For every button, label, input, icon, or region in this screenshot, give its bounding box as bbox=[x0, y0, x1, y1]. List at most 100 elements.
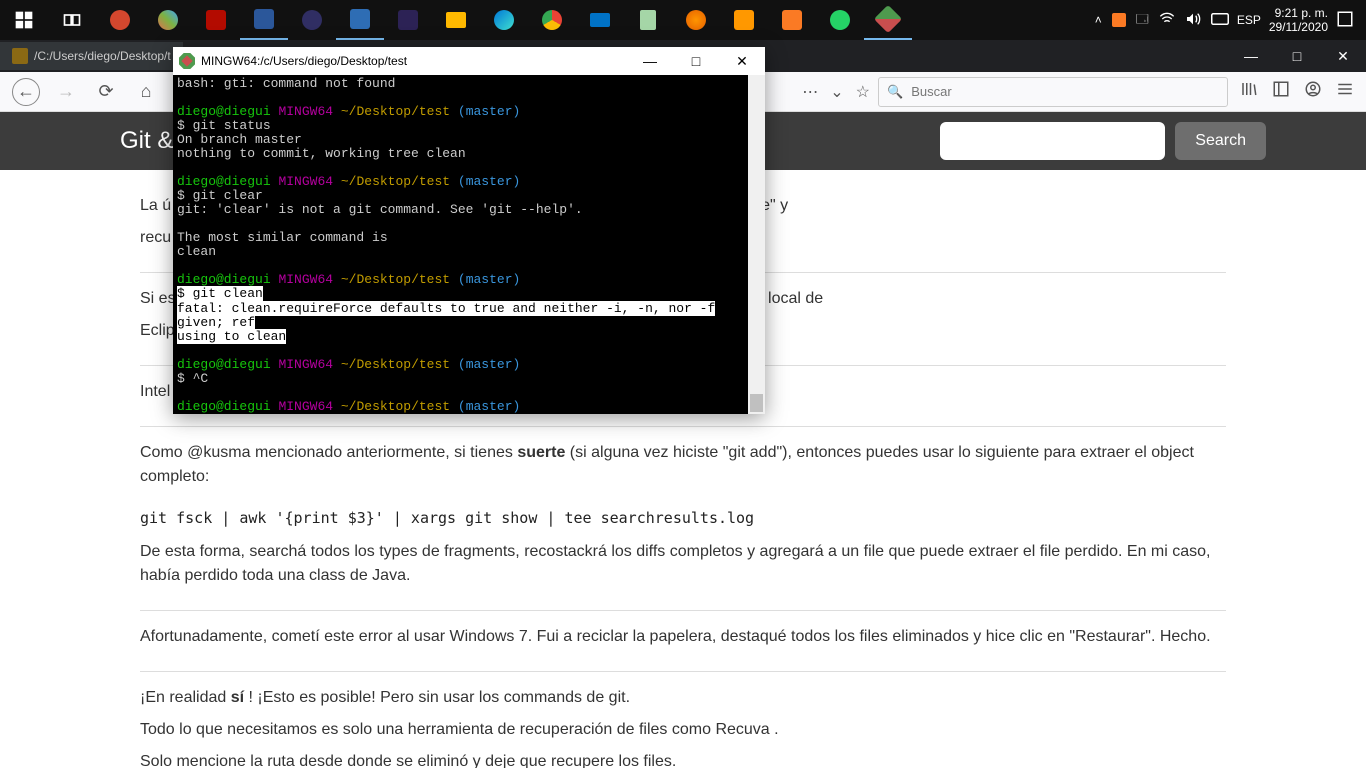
page-search: Search bbox=[940, 122, 1266, 160]
answer-block: Como @kusma mencionado anteriormente, si… bbox=[140, 427, 1226, 611]
task-view-button[interactable] bbox=[48, 0, 96, 40]
terminal-line bbox=[177, 161, 761, 175]
language-indicator[interactable]: ESP bbox=[1237, 13, 1261, 27]
taskbar-app-paint[interactable] bbox=[144, 0, 192, 40]
home-button[interactable]: ⌂ bbox=[132, 78, 160, 106]
taskbar-app-obs[interactable] bbox=[288, 0, 336, 40]
terminal-maximize-button[interactable]: □ bbox=[673, 47, 719, 75]
terminal-line: fatal: clean.requireForce defaults to tr… bbox=[177, 302, 761, 330]
taskbar-app-chrome[interactable] bbox=[528, 0, 576, 40]
reload-button[interactable]: ⟳ bbox=[92, 78, 120, 106]
page-search-button[interactable]: Search bbox=[1175, 122, 1266, 160]
terminal-line bbox=[177, 344, 761, 358]
answer-text: Todo lo que necesitamos es solo una herr… bbox=[140, 718, 1226, 742]
tray-icons[interactable]: ˄ 🗔 bbox=[1095, 10, 1229, 31]
taskbar-app-xampp[interactable] bbox=[768, 0, 816, 40]
terminal-line bbox=[177, 91, 761, 105]
terminal-close-button[interactable]: ✕ bbox=[719, 47, 765, 75]
forward-button[interactable]: → bbox=[52, 78, 80, 106]
answer-block: ¡En realidad sí ! ¡Esto es posible! Pero… bbox=[140, 672, 1226, 768]
terminal-line bbox=[177, 386, 761, 400]
terminal-prompt: diego@diegui MINGW64 ~/Desktop/test (mas… bbox=[177, 400, 761, 414]
menu-icon[interactable] bbox=[1336, 80, 1354, 103]
answer-text: Como @kusma mencionado anteriormente, si… bbox=[140, 441, 1226, 489]
window-controls: — □ ✕ bbox=[1228, 40, 1366, 72]
terminal-line: $ git status bbox=[177, 119, 761, 133]
text-fragment: e" y bbox=[761, 197, 788, 214]
tab-title: /C:/Users/diego/Desktop/t bbox=[34, 49, 171, 63]
taskbar-app-mail[interactable] bbox=[576, 0, 624, 40]
ellipsis-icon[interactable]: ⋯ bbox=[802, 82, 818, 102]
text-fragment: Eclip bbox=[140, 322, 175, 339]
search-box[interactable]: 🔍 Buscar bbox=[878, 77, 1228, 107]
terminal-line: using to clean bbox=[177, 330, 761, 344]
notifications-icon[interactable] bbox=[1336, 10, 1354, 31]
minimize-button[interactable]: — bbox=[1228, 40, 1274, 72]
keyboard-icon[interactable] bbox=[1211, 12, 1229, 29]
wifi-icon[interactable] bbox=[1159, 11, 1175, 30]
terminal-titlebar[interactable]: MINGW64:/c/Users/diego/Desktop/test — □ … bbox=[173, 47, 765, 75]
xampp-tray-icon[interactable] bbox=[1112, 13, 1126, 27]
terminal-prompt: diego@diegui MINGW64 ~/Desktop/test (mas… bbox=[177, 105, 761, 119]
code-block: git fsck | awk '{print $3}' | xargs git … bbox=[140, 497, 1226, 540]
browser-tab[interactable]: /C:/Users/diego/Desktop/t bbox=[0, 42, 183, 70]
battery-icon[interactable]: 🗔 bbox=[1136, 10, 1149, 31]
taskbar-app-brackets[interactable] bbox=[336, 0, 384, 40]
search-icon: 🔍 bbox=[887, 84, 903, 100]
taskbar-app-eclipse[interactable] bbox=[384, 0, 432, 40]
terminal-minimize-button[interactable]: — bbox=[627, 47, 673, 75]
terminal-body[interactable]: bash: gti: command not found diego@diegu… bbox=[173, 75, 765, 414]
page-search-input[interactable] bbox=[940, 122, 1165, 160]
url-icons: ⋯ ⌄ ☆ bbox=[802, 82, 870, 102]
text-fragment: La ú bbox=[140, 197, 171, 214]
terminal-line bbox=[177, 217, 761, 231]
clock[interactable]: 9:21 p. m. 29/11/2020 bbox=[1269, 6, 1328, 35]
text-fragment: Si es bbox=[140, 290, 176, 307]
text-fragment: Intel bbox=[140, 383, 170, 400]
text-fragment: local de bbox=[764, 290, 824, 307]
terminal-line: $ git clean bbox=[177, 287, 761, 301]
taskbar-app-firefox[interactable] bbox=[672, 0, 720, 40]
maximize-button[interactable]: □ bbox=[1274, 40, 1320, 72]
library-icon[interactable] bbox=[1240, 80, 1258, 103]
terminal-scrollbar[interactable] bbox=[748, 75, 765, 414]
taskbar-app-edge[interactable] bbox=[480, 0, 528, 40]
taskbar-app-notepad[interactable] bbox=[624, 0, 672, 40]
terminal-prompt: diego@diegui MINGW64 ~/Desktop/test (mas… bbox=[177, 175, 761, 189]
search-placeholder: Buscar bbox=[911, 84, 951, 99]
terminal-line: $ ^C bbox=[177, 372, 761, 386]
taskbar-app-whatsapp[interactable] bbox=[816, 0, 864, 40]
taskbar-app-word[interactable] bbox=[240, 0, 288, 40]
volume-icon[interactable] bbox=[1185, 11, 1201, 30]
answer-text: ¡En realidad sí ! ¡Esto es posible! Pero… bbox=[140, 686, 1226, 710]
close-button[interactable]: ✕ bbox=[1320, 40, 1366, 72]
terminal-prompt: diego@diegui MINGW64 ~/Desktop/test (mas… bbox=[177, 273, 761, 287]
start-button[interactable] bbox=[0, 0, 48, 40]
terminal-line: nothing to commit, working tree clean bbox=[177, 147, 761, 161]
scrollbar-thumb[interactable] bbox=[750, 394, 763, 412]
taskbar-app-acrobat[interactable] bbox=[192, 0, 240, 40]
bookmark-icon[interactable]: ☆ bbox=[856, 82, 870, 102]
answer-block: Afortunadamente, cometí este error al us… bbox=[140, 611, 1226, 672]
text-fragment: recu bbox=[140, 229, 171, 246]
terminal-line: bash: gti: command not found bbox=[177, 77, 761, 91]
terminal-line: git: 'clear' is not a git command. See '… bbox=[177, 203, 761, 217]
toolbar-extensions bbox=[1240, 80, 1354, 103]
terminal-line: On branch master bbox=[177, 133, 761, 147]
terminal-line bbox=[177, 259, 761, 273]
taskbar-apps bbox=[0, 0, 912, 40]
back-button[interactable]: ← bbox=[12, 78, 40, 106]
system-tray: ˄ 🗔 ESP 9:21 p. m. 29/11/2020 bbox=[1095, 6, 1366, 35]
clock-time: 9:21 p. m. bbox=[1269, 6, 1328, 20]
tab-favicon-icon bbox=[12, 48, 28, 64]
account-icon[interactable] bbox=[1304, 80, 1322, 103]
taskbar-app-gitgui[interactable] bbox=[864, 0, 912, 40]
chevron-up-icon[interactable]: ˄ bbox=[1095, 13, 1102, 27]
pocket-icon[interactable]: ⌄ bbox=[830, 82, 843, 102]
taskbar-app-sublime[interactable] bbox=[720, 0, 768, 40]
taskbar-app-explorer[interactable] bbox=[432, 0, 480, 40]
taskbar-app-opera[interactable] bbox=[96, 0, 144, 40]
sidebar-icon[interactable] bbox=[1272, 80, 1290, 103]
terminal-line: The most similar command is bbox=[177, 231, 761, 245]
terminal-line: clean bbox=[177, 245, 761, 259]
